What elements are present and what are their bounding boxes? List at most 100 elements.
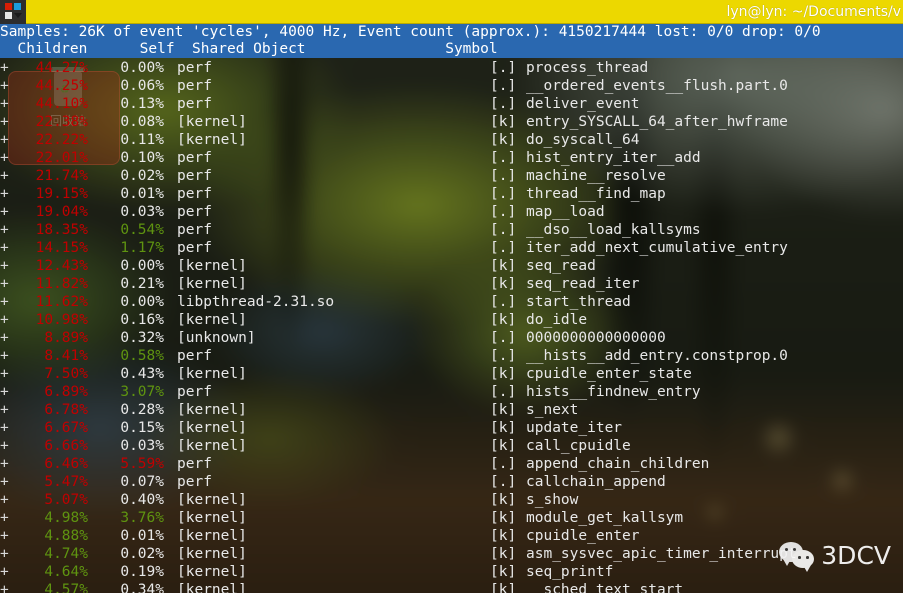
row-children: 4.64% bbox=[44, 564, 88, 580]
terminal-window: lyn@lyn: ~/Documents/v Samples: 26K of e… bbox=[0, 0, 903, 593]
row-expand: + bbox=[0, 78, 9, 94]
row-symbol: s_show bbox=[526, 492, 579, 508]
row-expand: + bbox=[0, 384, 9, 400]
row-self: 0.03% bbox=[120, 438, 164, 454]
row-self: 1.17% bbox=[120, 240, 164, 256]
table-row[interactable]: +5.07% 0.40% [kernel] [k] s_show bbox=[0, 491, 903, 509]
table-row[interactable]: +11.82% 0.21% [kernel] [k] seq_read_iter bbox=[0, 275, 903, 293]
table-row[interactable]: +4.98% 3.76% [kernel] [k] module_get_kallsym bbox=[0, 509, 903, 527]
row-symbol: process_thread bbox=[526, 60, 649, 76]
row-children: 6.67% bbox=[44, 420, 88, 436]
row-dso: [unknown] bbox=[177, 330, 256, 346]
row-expand: + bbox=[0, 132, 9, 148]
row-level: [.] bbox=[490, 294, 517, 310]
table-row[interactable]: +6.66% 0.03% [kernel] [k] call_cpuidle bbox=[0, 437, 903, 455]
row-children: 18.35% bbox=[35, 222, 88, 238]
table-row[interactable]: +6.46% 5.59% perf [.] append_chain_children bbox=[0, 455, 903, 473]
table-row[interactable]: +8.89% 0.32% [unknown] [.] 0000000000000000 bbox=[0, 329, 903, 347]
table-row[interactable]: +6.67% 0.15% [kernel] [k] update_iter bbox=[0, 419, 903, 437]
row-self: 0.34% bbox=[120, 582, 164, 593]
row-self: 0.01% bbox=[120, 528, 164, 544]
table-row[interactable]: +6.89% 3.07% perf [.] hists__findnew_entry bbox=[0, 383, 903, 401]
table-row[interactable]: +22.01% 0.10% perf [.] hist_entry_iter__add bbox=[0, 149, 903, 167]
row-symbol: hists__findnew_entry bbox=[526, 384, 701, 400]
row-symbol: iter_add_next_cumulative_entry bbox=[526, 240, 788, 256]
row-level: [k] bbox=[490, 582, 517, 593]
table-row[interactable]: +44.27% 0.00% perf [.] process_thread bbox=[0, 59, 903, 77]
row-level: [k] bbox=[490, 276, 517, 292]
row-level: [.] bbox=[490, 474, 517, 490]
row-symbol: cpuidle_enter bbox=[526, 528, 640, 544]
table-row[interactable]: +44.10% 0.13% perf [.] deliver_event bbox=[0, 95, 903, 113]
row-symbol: module_get_kallsym bbox=[526, 510, 684, 526]
row-expand: + bbox=[0, 60, 9, 76]
table-row[interactable]: +11.62% 0.00% libpthread-2.31.so [.] start_t… bbox=[0, 293, 903, 311]
row-dso: [kernel] bbox=[177, 132, 247, 148]
table-row[interactable]: +4.57% 0.34% [kernel] [k] __sched_text_start bbox=[0, 581, 903, 593]
row-self: 0.02% bbox=[120, 168, 164, 184]
table-row[interactable]: +18.35% 0.54% perf [.] __dso__load_kallsyms bbox=[0, 221, 903, 239]
row-symbol: entry_SYSCALL_64_after_hwframe bbox=[526, 114, 788, 130]
row-symbol: hist_entry_iter__add bbox=[526, 150, 701, 166]
row-children: 8.89% bbox=[44, 330, 88, 346]
row-dso: perf bbox=[177, 384, 212, 400]
row-self: 5.59% bbox=[120, 456, 164, 472]
row-symbol: cpuidle_enter_state bbox=[526, 366, 692, 382]
row-level: [.] bbox=[490, 204, 517, 220]
row-children: 8.41% bbox=[44, 348, 88, 364]
table-row[interactable]: +21.74% 0.02% perf [.] machine__resolve bbox=[0, 167, 903, 185]
row-expand: + bbox=[0, 222, 9, 238]
row-self: 0.21% bbox=[120, 276, 164, 292]
table-row[interactable]: +10.98% 0.16% [kernel] [k] do_idle bbox=[0, 311, 903, 329]
row-expand: + bbox=[0, 420, 9, 436]
table-row[interactable]: +14.15% 1.17% perf [.] iter_add_next_cumulat… bbox=[0, 239, 903, 257]
row-expand: + bbox=[0, 510, 9, 526]
table-row[interactable]: +22.22% 0.11% [kernel] [k] do_syscall_64 bbox=[0, 131, 903, 149]
row-level: [k] bbox=[490, 528, 517, 544]
window-menu-button[interactable] bbox=[0, 0, 26, 24]
row-expand: + bbox=[0, 366, 9, 382]
table-row[interactable]: +19.15% 0.01% perf [.] thread__find_map bbox=[0, 185, 903, 203]
table-row[interactable]: +4.74% 0.02% [kernel] [k] asm_sysvec_apic_ti… bbox=[0, 545, 903, 563]
row-dso: perf bbox=[177, 60, 212, 76]
row-children: 4.74% bbox=[44, 546, 88, 562]
row-self: 0.00% bbox=[120, 258, 164, 274]
row-expand: + bbox=[0, 312, 9, 328]
row-self: 0.19% bbox=[120, 564, 164, 580]
table-row[interactable]: +19.04% 0.03% perf [.] map__load bbox=[0, 203, 903, 221]
table-row[interactable]: +8.41% 0.58% perf [.] __hists__add_entry.con… bbox=[0, 347, 903, 365]
table-row[interactable]: +22.38% 0.08% [kernel] [k] entry_SYSCALL_64_… bbox=[0, 113, 903, 131]
window-titlebar[interactable]: lyn@lyn: ~/Documents/v bbox=[0, 0, 903, 24]
row-expand: + bbox=[0, 330, 9, 346]
row-expand: + bbox=[0, 114, 9, 130]
table-row[interactable]: +44.25% 0.06% perf [.] __ordered_events__flu… bbox=[0, 77, 903, 95]
table-row[interactable]: +4.88% 0.01% [kernel] [k] cpuidle_enter bbox=[0, 527, 903, 545]
row-dso: perf bbox=[177, 222, 212, 238]
table-row[interactable]: +6.78% 0.28% [kernel] [k] s_next bbox=[0, 401, 903, 419]
row-symbol: callchain_append bbox=[526, 474, 666, 490]
row-level: [.] bbox=[490, 384, 517, 400]
table-row[interactable]: +5.47% 0.07% perf [.] callchain_append bbox=[0, 473, 903, 491]
perf-header: Samples: 26K of event 'cycles', 4000 Hz,… bbox=[0, 24, 903, 58]
row-self: 0.10% bbox=[120, 150, 164, 166]
row-self: 0.43% bbox=[120, 366, 164, 382]
row-expand: + bbox=[0, 582, 9, 593]
table-row[interactable]: +12.43% 0.00% [kernel] [k] seq_read bbox=[0, 257, 903, 275]
row-symbol: append_chain_children bbox=[526, 456, 710, 472]
row-expand: + bbox=[0, 456, 9, 472]
row-self: 0.06% bbox=[120, 78, 164, 94]
screen: ♻ 回收站 lyn@lyn: ~/Documents/v Samples: 26… bbox=[0, 0, 903, 593]
row-level: [.] bbox=[490, 150, 517, 166]
row-level: [.] bbox=[490, 240, 517, 256]
row-dso: [kernel] bbox=[177, 276, 247, 292]
row-level: [k] bbox=[490, 438, 517, 454]
row-dso: perf bbox=[177, 240, 212, 256]
row-level: [k] bbox=[490, 564, 517, 580]
table-row[interactable]: +4.64% 0.19% [kernel] [k] seq_printf bbox=[0, 563, 903, 581]
row-expand: + bbox=[0, 168, 9, 184]
table-row[interactable]: +7.50% 0.43% [kernel] [k] cpuidle_enter_stat… bbox=[0, 365, 903, 383]
row-symbol: thread__find_map bbox=[526, 186, 666, 202]
row-symbol: __hists__add_entry.constprop.0 bbox=[526, 348, 788, 364]
perf-report-rows[interactable]: +44.27% 0.00% perf [.] process_thread +44.25%… bbox=[0, 58, 903, 593]
row-self: 0.01% bbox=[120, 186, 164, 202]
